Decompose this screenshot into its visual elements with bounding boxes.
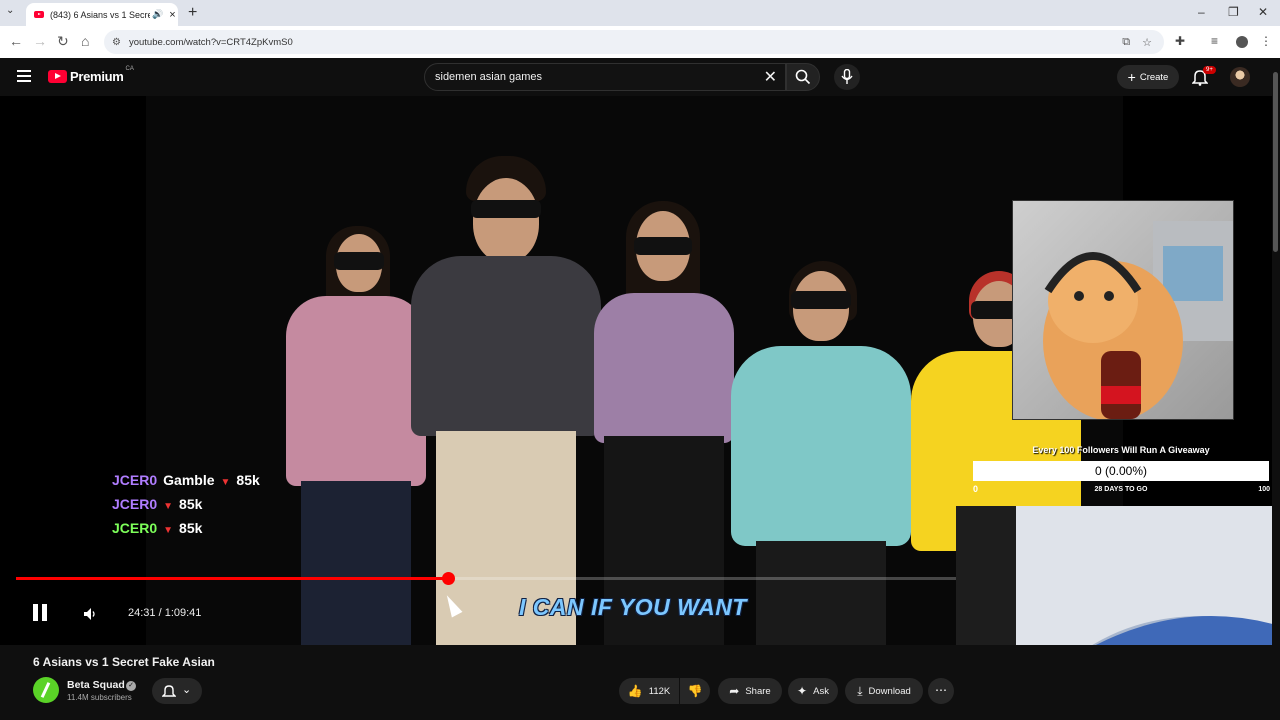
channel-name[interactable]: Beta Squad [67,679,125,691]
contestant-1 [286,226,426,645]
dislike-button[interactable]: 👎 [680,678,710,704]
site-info-icon[interactable]: ⚙ [112,37,121,48]
bell-icon [162,685,176,697]
thumbs-down-icon: 👎 [687,684,703,698]
more-actions-button[interactable]: ⋯ [928,678,954,704]
maximize-button[interactable]: ❐ [1228,5,1239,19]
search-icon [795,69,811,85]
hamburger-menu-icon[interactable] [17,70,31,85]
like-button[interactable]: 👍 112K [619,678,679,704]
profile-avatar[interactable] [1236,36,1248,48]
subscriber-count: 11.4M subscribers [67,693,132,702]
chat-value: 85k [179,496,203,512]
overlay-chat-line: JCER0 ▼ 85k [112,520,202,536]
video-player[interactable]: I CAN IF YOU WANT JCER0 Gamble ▼ 85k JCER0 ▼… [0,96,1280,645]
youtube-header: Premium CA sidemen asian games ✕ + Creat… [0,58,1280,96]
browser-tab-active[interactable]: (843) 6 Asians vs 1 Secret Fa 🔊 × [26,3,178,26]
share-button[interactable]: ➦ Share [718,678,782,704]
page-scrollbar-thumb[interactable] [1273,72,1278,252]
address-bar[interactable]: ⚙ youtube.com/watch?v=CRT4ZpKvmS0 ⧉ ☆ [104,30,1164,54]
channel-avatar[interactable] [33,677,59,703]
tab-audio-icon[interactable]: 🔊 [152,9,163,20]
microphone-icon [841,69,853,84]
contestant-2 [411,156,601,645]
extensions-icon[interactable]: ✚ [1175,34,1185,48]
tab-search-chevron-icon[interactable]: ⌄ [6,5,14,16]
country-code: CA [125,65,134,72]
home-icon[interactable]: ⌂ [81,33,89,49]
chat-game: Gamble [163,472,215,488]
search-input[interactable]: sidemen asian games ✕ [424,63,786,91]
chat-value: 85k [179,520,203,536]
giveaway-goal-widget: Every 100 Followers Will Run A Giveaway … [972,445,1270,500]
create-label: Create [1139,71,1169,83]
clear-search-icon[interactable]: ✕ [764,67,777,87]
thumbs-up-icon: 👍 [627,684,643,698]
down-triangle-icon: ▼ [220,477,231,488]
chevron-down-icon: ⌄ [182,684,192,696]
like-count: 112K [648,685,671,697]
chat-username: JCER0 [112,472,158,488]
giveaway-max: 100 [1258,486,1270,493]
minimize-button[interactable]: – [1198,5,1205,19]
tab-title: (843) 6 Asians vs 1 Secret Fa [50,9,150,20]
browser-tab-strip: ⌄ (843) 6 Asians vs 1 Secret Fa 🔊 × + – … [0,0,1280,26]
url-text: youtube.com/watch?v=CRT4ZpKvmS0 [128,36,293,48]
contestant-4 [731,261,911,645]
tab-close-icon[interactable]: × [169,9,175,21]
account-avatar[interactable] [1230,67,1250,87]
create-button[interactable]: + Create [1117,65,1179,89]
install-app-icon[interactable]: ⧉ [1122,36,1130,49]
giveaway-title: Every 100 Followers Will Run A Giveaway [1032,445,1210,455]
streamer-webcam-overlay [956,506,1280,645]
youtube-favicon-icon [34,11,44,18]
plus-icon: + [1127,69,1136,85]
youtube-logo-icon [48,70,67,83]
browser-toolbar: ← → ↻ ⌂ ⚙ youtube.com/watch?v=CRT4ZpKvmS… [0,26,1280,59]
progress-bar[interactable] [16,572,956,585]
bookmark-star-icon[interactable]: ☆ [1142,36,1152,49]
chat-value: 85k [236,472,260,488]
subtitle-caption: I CAN IF YOU WANT [519,594,747,620]
overlay-chat-line: JCER0 Gamble ▼ 85k [112,472,260,488]
ask-label: Ask [813,685,829,697]
down-triangle-icon: ▼ [163,525,174,536]
cat-webcam-overlay [1012,200,1234,420]
reload-icon[interactable]: ↻ [57,33,69,50]
pause-button[interactable] [33,604,47,621]
media-controls-icon[interactable]: ≡ [1211,34,1218,48]
download-icon: ⤓ [857,683,863,698]
search-query: sidemen asian games [435,71,543,83]
video-title: 6 Asians vs 1 Secret Fake Asian [33,655,215,669]
chat-username: JCER0 [112,496,158,512]
down-triangle-icon: ▼ [163,501,174,512]
youtube-premium-logo[interactable]: Premium CA [48,65,134,84]
search-button[interactable] [786,63,820,91]
download-button[interactable]: ⤓ Download [845,678,923,704]
new-tab-button[interactable]: + [188,4,197,22]
share-arrow-icon: ➦ [729,684,740,698]
voice-search-button[interactable] [834,64,860,90]
verified-check-icon: ✓ [126,681,136,691]
volume-icon[interactable] [83,607,97,621]
chat-username: JCER0 [112,520,158,536]
forward-arrow-icon[interactable]: → [33,33,47,49]
close-window-button[interactable]: ✕ [1258,5,1268,19]
notification-badge: 9+ [1203,66,1216,74]
logo-text: Premium [70,69,124,84]
time-display: 24:31 / 1:09:41 [128,607,202,619]
overlay-chat-line: JCER0 ▼ 85k [112,496,202,512]
download-label: Download [868,685,911,697]
progress-played [16,577,449,580]
share-label: Share [745,685,771,697]
browser-menu-icon[interactable]: ⋮ [1260,34,1272,48]
back-arrow-icon[interactable]: ← [9,33,23,49]
subscription-bell-button[interactable]: ⌄ [152,678,202,704]
giveaway-progress-bar: 0 (0.00%) [973,461,1269,481]
sparkle-icon: ✦ [797,684,808,698]
ask-button[interactable]: ✦ Ask [788,678,838,704]
giveaway-days-left: 28 DAYS TO GO [1094,486,1148,493]
